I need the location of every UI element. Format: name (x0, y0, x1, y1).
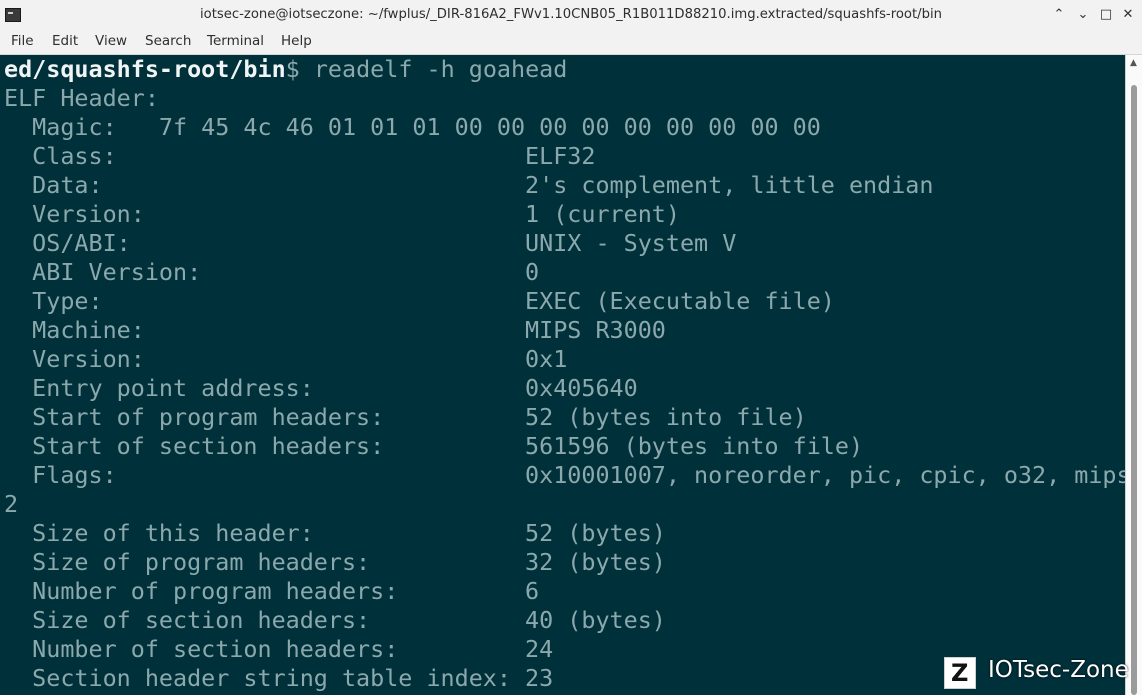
output-line: Start of program headers: 52 (bytes into… (4, 403, 807, 431)
output-line: Size of this header: 52 (bytes) (4, 519, 666, 547)
output-line: ABI Version: 0 (4, 258, 540, 286)
close-button[interactable]: ✕ (1119, 6, 1137, 24)
prompt-line: ed/squashfs-root/bin$ readelf -h goahead (4, 55, 567, 84)
watermark: Z IOTsec-Zone (944, 655, 1140, 689)
output-line: Class: ELF32 (4, 142, 596, 170)
output-line: Magic: 7f 45 4c 46 01 01 01 00 00 00 00 … (4, 113, 821, 141)
output-line: Number of section headers: 24 (4, 635, 554, 663)
command-text: readelf -h goahead (313, 55, 568, 83)
restore-button[interactable]: ⌄ (1074, 6, 1092, 24)
output-line: Size of program headers: 32 (bytes) (4, 548, 666, 576)
menu-terminal[interactable]: Terminal (207, 33, 264, 49)
output-line: Version: 0x1 (4, 345, 568, 373)
window-title: iotsec-zone@iotseczone: ~/fwplus/_DIR-81… (200, 7, 942, 22)
terminal-output[interactable]: ed/squashfs-root/bin$ readelf -h goahead… (0, 55, 1125, 695)
menu-edit[interactable]: Edit (52, 33, 78, 49)
menu-bar: File Edit View Search Terminal Help (0, 30, 1142, 55)
output-line: Entry point address: 0x405640 (4, 374, 638, 402)
watermark-text: IOTsec-Zone (988, 657, 1129, 683)
vertical-scrollbar[interactable]: ▲ (1125, 55, 1142, 695)
scroll-up-arrow-icon[interactable]: ▲ (1130, 58, 1137, 68)
output-line: Number of program headers: 6 (4, 577, 540, 605)
prompt-path: ed/squashfs-root/bin (4, 55, 286, 83)
output-line: Type: EXEC (Executable file) (4, 287, 835, 315)
menu-help[interactable]: Help (281, 33, 312, 49)
output-line: Section header string table index: 23 (4, 664, 554, 692)
minimize-button[interactable]: ⌃ (1050, 6, 1068, 24)
scrollbar-thumb[interactable] (1131, 85, 1137, 695)
watermark-logo-letter: Z (951, 659, 969, 687)
output-line: Size of section headers: 40 (bytes) (4, 606, 666, 634)
output-line: Machine: MIPS R3000 (4, 316, 666, 344)
title-bar: iotsec-zone@iotseczone: ~/fwplus/_DIR-81… (0, 0, 1142, 31)
output-line: Flags: 0x10001007, noreorder, pic, cpic,… (4, 461, 1125, 489)
output-line: OS/ABI: UNIX - System V (4, 229, 737, 257)
maximize-button[interactable]: □ (1097, 6, 1115, 24)
output-line: Data: 2's complement, little endian (4, 171, 934, 199)
menu-file[interactable]: File (11, 33, 34, 49)
output-line: Start of section headers: 561596 (bytes … (4, 432, 864, 460)
menu-search[interactable]: Search (145, 33, 191, 49)
output-line: 2 (4, 490, 19, 518)
output-line: Version: 1 (current) (4, 200, 680, 228)
prompt-suffix: $ (285, 55, 314, 83)
output-line: ELF Header: (4, 84, 159, 112)
menu-view[interactable]: View (95, 33, 127, 49)
watermark-logo-icon: Z (944, 657, 976, 689)
